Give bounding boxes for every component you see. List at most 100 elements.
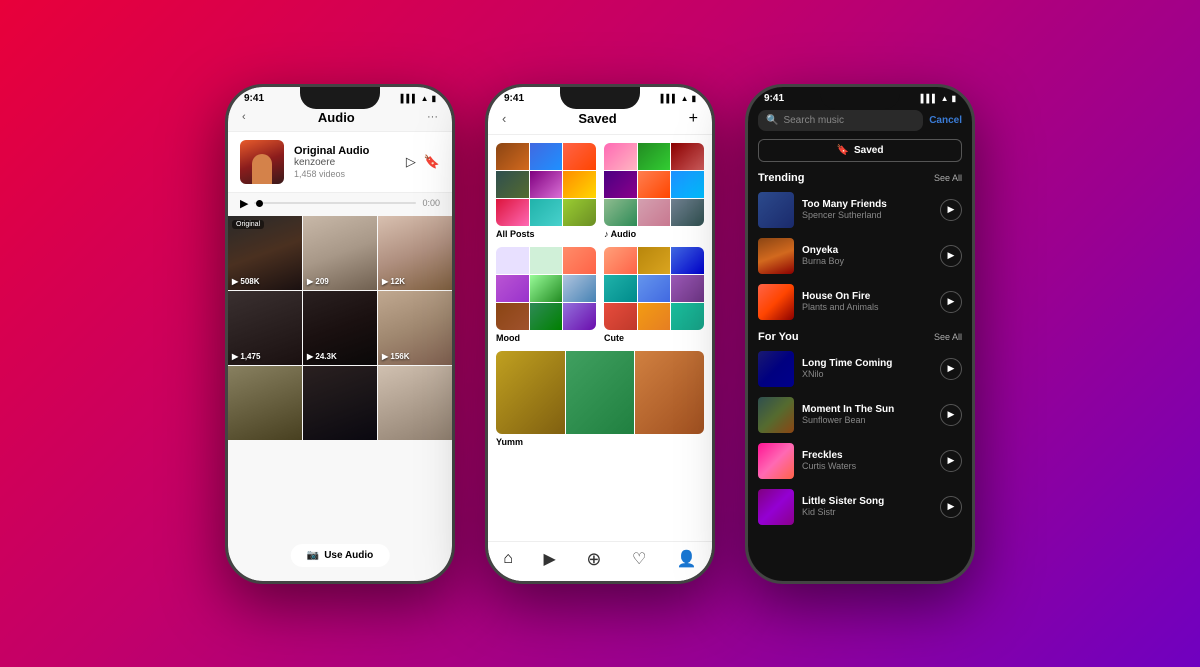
track-thumb-freckles: [758, 443, 794, 479]
collection-audio[interactable]: ♪ Audio: [604, 143, 704, 239]
use-audio-button[interactable]: 📷 Use Audio: [291, 544, 390, 567]
track-artist-4: XNilo: [802, 369, 932, 379]
bookmark-tab-icon: 🔖: [837, 145, 849, 156]
video-cell-6[interactable]: ▶ 156K: [378, 291, 452, 365]
collection-label-yumm: Yumm: [496, 437, 704, 447]
collection-all-posts[interactable]: All Posts: [496, 143, 596, 239]
phone-music: 9:41 ▌▌▌ ▲ ▮ 🔍 Search music Cancel 🔖 Sav…: [745, 84, 975, 584]
nav-profile[interactable]: 👤: [677, 549, 697, 569]
thumb-cell: [496, 351, 565, 434]
audio-info: Original Audio kenzoere 1,458 videos: [294, 145, 396, 179]
track-too-many-friends[interactable]: Too Many Friends Spencer Sutherland ▶: [748, 187, 972, 233]
signal-icon-2: ▌▌▌: [661, 94, 678, 103]
more-button-1[interactable]: ···: [427, 111, 438, 123]
video-cell-3[interactable]: ▶ 12K: [378, 216, 452, 290]
video-cell-7[interactable]: [228, 366, 302, 440]
time-1: 9:41: [244, 93, 264, 104]
track-artist-3: Plants and Animals: [802, 302, 932, 312]
thumb-cell: [638, 199, 671, 226]
music-search-bar: 🔍 Search music Cancel: [748, 106, 972, 135]
thumb-cell: [496, 275, 529, 302]
track-info-7: Little Sister Song Kid Sistr: [802, 496, 932, 517]
for-you-title: For You: [758, 331, 799, 343]
track-title-1: Too Many Friends: [802, 199, 932, 210]
time-display: 0:00: [422, 198, 440, 208]
video-cell-9[interactable]: [378, 366, 452, 440]
saved-tab-label: Saved: [854, 145, 883, 156]
yumm-thumb: [496, 351, 704, 434]
share-icon[interactable]: ▷: [406, 154, 416, 170]
audio-actions: ▷ 🔖: [406, 154, 440, 170]
audio-count: 1,458 videos: [294, 169, 396, 179]
wifi-icon: ▲: [421, 94, 429, 103]
track-long-time[interactable]: Long Time Coming XNilo ▶: [748, 346, 972, 392]
trending-see-all[interactable]: See All: [934, 173, 962, 183]
collection-label-cute: Cute: [604, 333, 704, 343]
use-audio-label: Use Audio: [324, 550, 373, 561]
for-you-header: For You See All: [748, 325, 972, 346]
thumb-cell: [671, 143, 704, 170]
cancel-button[interactable]: Cancel: [929, 115, 962, 126]
original-badge: Original: [232, 220, 264, 229]
track-info-5: Moment In The Sun Sunflower Bean: [802, 404, 932, 425]
video-cell-1[interactable]: Original ▶ 508K: [228, 216, 302, 290]
thumb-cell: [563, 171, 596, 198]
play-button-5[interactable]: ▶: [940, 404, 962, 426]
status-icons-2: ▌▌▌ ▲ ▮: [661, 94, 696, 103]
collection-label-audio: ♪ Audio: [604, 229, 704, 239]
search-input-box[interactable]: 🔍 Search music: [758, 110, 923, 131]
thumb-cell: [604, 303, 637, 330]
nav-add[interactable]: ⊕: [586, 549, 601, 570]
thumb-cell: [530, 199, 563, 226]
track-house-on-fire[interactable]: House On Fire Plants and Animals ▶: [748, 279, 972, 325]
thumb-cell: [635, 351, 704, 434]
track-artist-1: Spencer Sutherland: [802, 210, 932, 220]
audio-progress: ▶ 0:00: [228, 193, 452, 216]
play-button-3[interactable]: ▶: [940, 291, 962, 313]
nav-reels[interactable]: ▶: [543, 549, 555, 569]
collection-cute[interactable]: Cute: [604, 247, 704, 343]
nav-home[interactable]: ⌂: [503, 550, 513, 568]
play-button-4[interactable]: ▶: [940, 358, 962, 380]
nav-likes[interactable]: ♡: [632, 549, 646, 569]
thumb-cell: [671, 199, 704, 226]
thumb-cell: [530, 303, 563, 330]
thumb-cell: [530, 247, 563, 274]
thumb-cell: [671, 303, 704, 330]
thumb-cell: [563, 275, 596, 302]
video-label-2: ▶ 209: [307, 277, 329, 286]
track-thumb-long-time: [758, 351, 794, 387]
saved-tab[interactable]: 🔖 Saved: [758, 139, 962, 162]
track-little-sister[interactable]: Little Sister Song Kid Sistr ▶: [748, 484, 972, 530]
collection-yumm[interactable]: Yumm: [496, 351, 704, 447]
thumb-cell: [563, 143, 596, 170]
track-thumb-too-many: [758, 192, 794, 228]
track-info-1: Too Many Friends Spencer Sutherland: [802, 199, 932, 220]
video-grid: Original ▶ 508K ▶ 209 ▶ 12K ▶ 1,475 ▶ 24…: [228, 216, 452, 440]
track-freckles[interactable]: Freckles Curtis Waters ▶: [748, 438, 972, 484]
video-cell-2[interactable]: ▶ 209: [303, 216, 377, 290]
mood-thumb: [496, 247, 596, 330]
notch-3: [820, 87, 900, 109]
play-button-1[interactable]: ▶: [940, 199, 962, 221]
progress-dot: [256, 200, 263, 207]
track-title-3: House On Fire: [802, 291, 932, 302]
video-cell-8[interactable]: [303, 366, 377, 440]
for-you-see-all[interactable]: See All: [934, 332, 962, 342]
thumb-cell: [638, 303, 671, 330]
track-title-4: Long Time Coming: [802, 358, 932, 369]
play-button[interactable]: ▶: [240, 197, 248, 210]
video-cell-4[interactable]: ▶ 1,475: [228, 291, 302, 365]
collection-mood[interactable]: Mood: [496, 247, 596, 343]
play-button-6[interactable]: ▶: [940, 450, 962, 472]
track-artist-5: Sunflower Bean: [802, 415, 932, 425]
play-button-2[interactable]: ▶: [940, 245, 962, 267]
progress-bar[interactable]: [254, 202, 416, 204]
play-button-7[interactable]: ▶: [940, 496, 962, 518]
track-onyeka[interactable]: Onyeka Burna Boy ▶: [748, 233, 972, 279]
add-button[interactable]: +: [689, 110, 698, 128]
thumb-cell: [530, 143, 563, 170]
video-cell-5[interactable]: ▶ 24.3K: [303, 291, 377, 365]
track-moment[interactable]: Moment In The Sun Sunflower Bean ▶: [748, 392, 972, 438]
bookmark-icon[interactable]: 🔖: [424, 154, 440, 170]
